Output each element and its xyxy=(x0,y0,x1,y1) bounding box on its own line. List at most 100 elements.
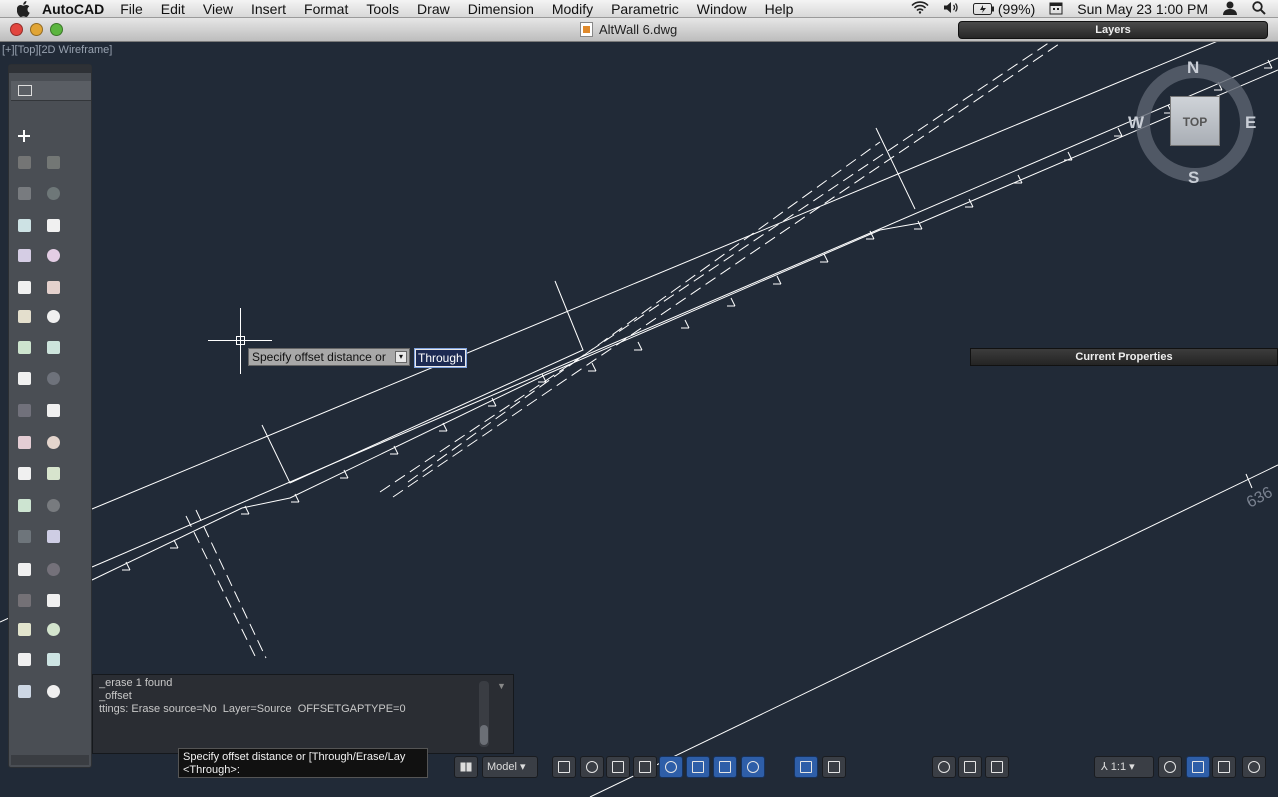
polar-toggle[interactable] xyxy=(659,756,683,778)
line-icon[interactable] xyxy=(41,151,65,173)
erase-icon[interactable] xyxy=(12,618,36,640)
current-properties-panel[interactable]: Current Properties xyxy=(970,348,1278,366)
workspace-toggle[interactable] xyxy=(1242,756,1266,778)
menu-draw[interactable]: Draw xyxy=(417,1,450,17)
ellipse-icon[interactable] xyxy=(41,244,65,266)
menu-insert[interactable]: Insert xyxy=(251,1,286,17)
match-properties-icon[interactable] xyxy=(12,648,36,670)
menu-window[interactable]: Window xyxy=(697,1,747,17)
dynamic-ucs-toggle[interactable] xyxy=(741,756,765,778)
layout-toggle-button[interactable] xyxy=(454,756,478,778)
stretch-icon[interactable] xyxy=(12,431,36,453)
dynamic-input-options-arrow-icon[interactable]: ▾ xyxy=(395,351,407,363)
annotation-visibility-toggle[interactable] xyxy=(1186,756,1210,778)
volume-icon[interactable] xyxy=(943,1,959,17)
text-icon[interactable] xyxy=(41,276,65,298)
trim-icon[interactable] xyxy=(41,525,65,547)
object-snap-tracking-toggle[interactable] xyxy=(713,756,737,778)
quick-properties-toggle[interactable] xyxy=(932,756,956,778)
compass-west[interactable]: W xyxy=(1128,113,1144,133)
menu-view[interactable]: View xyxy=(203,1,233,17)
mirror-icon[interactable] xyxy=(41,462,65,484)
menu-modify[interactable]: Modify xyxy=(552,1,593,17)
arc-icon[interactable] xyxy=(12,244,36,266)
compass-north[interactable]: N xyxy=(1187,58,1199,78)
layers-panel[interactable]: Layers xyxy=(958,21,1268,39)
break-icon[interactable] xyxy=(41,558,65,580)
object-snap-toggle[interactable] xyxy=(686,756,710,778)
copy-icon[interactable] xyxy=(41,431,65,453)
circle-icon[interactable] xyxy=(41,214,65,236)
model-space-select[interactable]: Model ▾ xyxy=(482,756,538,778)
extend-icon[interactable] xyxy=(12,558,36,580)
menu-parametric[interactable]: Parametric xyxy=(611,1,679,17)
insert-icon[interactable] xyxy=(12,367,36,389)
grid-toggle[interactable] xyxy=(606,756,630,778)
layer-icon[interactable] xyxy=(41,648,65,670)
dynamic-input-toggle[interactable] xyxy=(794,756,818,778)
polyline-icon[interactable] xyxy=(12,182,36,204)
measure-icon[interactable] xyxy=(41,680,65,702)
menu-tools[interactable]: Tools xyxy=(366,1,399,17)
scrollbar-thumb[interactable] xyxy=(480,725,488,745)
annotation-scale-select[interactable]: ⅄ 1:1 ▾ xyxy=(1094,756,1154,778)
menu-file[interactable]: File xyxy=(120,1,143,17)
compass-east[interactable]: E xyxy=(1245,113,1256,133)
menu-help[interactable]: Help xyxy=(765,1,794,17)
zoom-window-button[interactable] xyxy=(50,23,63,36)
close-window-button[interactable] xyxy=(10,23,23,36)
layer-off-icon[interactable] xyxy=(12,680,36,702)
spotlight-search-icon[interactable] xyxy=(1252,0,1266,18)
chamfer-icon[interactable] xyxy=(12,525,36,547)
steering-wheel-toggle[interactable] xyxy=(1158,756,1182,778)
ortho-toggle[interactable] xyxy=(633,756,657,778)
command-input[interactable]: Specify offset distance or [Through/Eras… xyxy=(178,748,428,778)
menu-edit[interactable]: Edit xyxy=(161,1,185,17)
properties-icon[interactable] xyxy=(41,618,65,640)
zoom-toggle[interactable] xyxy=(985,756,1009,778)
app-menu-autocad[interactable]: AutoCAD xyxy=(42,1,104,17)
leader-icon[interactable] xyxy=(12,336,36,358)
viewcube-top-face[interactable]: TOP xyxy=(1170,96,1220,146)
dimension-icon[interactable] xyxy=(41,305,65,327)
apple-icon[interactable] xyxy=(16,0,32,17)
offset-icon[interactable] xyxy=(12,494,36,516)
clock[interactable]: Sun May 23 1:00 PM xyxy=(1077,1,1208,17)
palette-footer[interactable] xyxy=(11,755,89,765)
viewcube[interactable]: TOP N S E W xyxy=(1128,56,1262,190)
command-history-scrollbar[interactable] xyxy=(479,681,489,747)
menu-dimension[interactable]: Dimension xyxy=(468,1,534,17)
command-panel-collapse-icon[interactable]: ▼ xyxy=(497,681,507,691)
dynamic-input-value[interactable]: Through xyxy=(414,348,467,368)
explode-icon[interactable] xyxy=(41,589,65,611)
minimize-window-button[interactable] xyxy=(30,23,43,36)
lineweight-toggle[interactable] xyxy=(822,756,846,778)
auto-scale-toggle[interactable] xyxy=(1212,756,1236,778)
spline-icon[interactable] xyxy=(41,182,65,204)
array-icon[interactable] xyxy=(12,462,36,484)
fillet-icon[interactable] xyxy=(41,494,65,516)
palette-header[interactable] xyxy=(11,81,91,101)
grid-display-toggle[interactable] xyxy=(580,756,604,778)
palette-grip[interactable] xyxy=(9,65,91,73)
rotate-icon[interactable] xyxy=(12,399,36,421)
pan-toggle[interactable] xyxy=(958,756,982,778)
point-icon[interactable] xyxy=(12,151,36,173)
hatch-icon[interactable] xyxy=(12,276,36,298)
drawing-viewport[interactable]: 636 [+][Top][2D Wireframe] TOP N S E W C… xyxy=(0,42,1278,797)
block-icon[interactable] xyxy=(41,336,65,358)
select-icon[interactable] xyxy=(12,125,36,147)
battery-status[interactable]: (99%) xyxy=(972,1,1035,17)
mtext-icon[interactable] xyxy=(12,305,36,327)
move-icon[interactable] xyxy=(41,367,65,389)
wifi-icon[interactable] xyxy=(911,1,929,17)
calendar-icon[interactable] xyxy=(1049,1,1063,18)
scale-icon[interactable] xyxy=(41,399,65,421)
compass-south[interactable]: S xyxy=(1188,168,1199,188)
user-icon[interactable] xyxy=(1222,1,1238,18)
snap-toggle[interactable] xyxy=(552,756,576,778)
menu-format[interactable]: Format xyxy=(304,1,348,17)
rectangle-icon[interactable] xyxy=(12,214,36,236)
viewport-controls-label[interactable]: [+][Top][2D Wireframe] xyxy=(2,44,112,56)
join-icon[interactable] xyxy=(12,589,36,611)
